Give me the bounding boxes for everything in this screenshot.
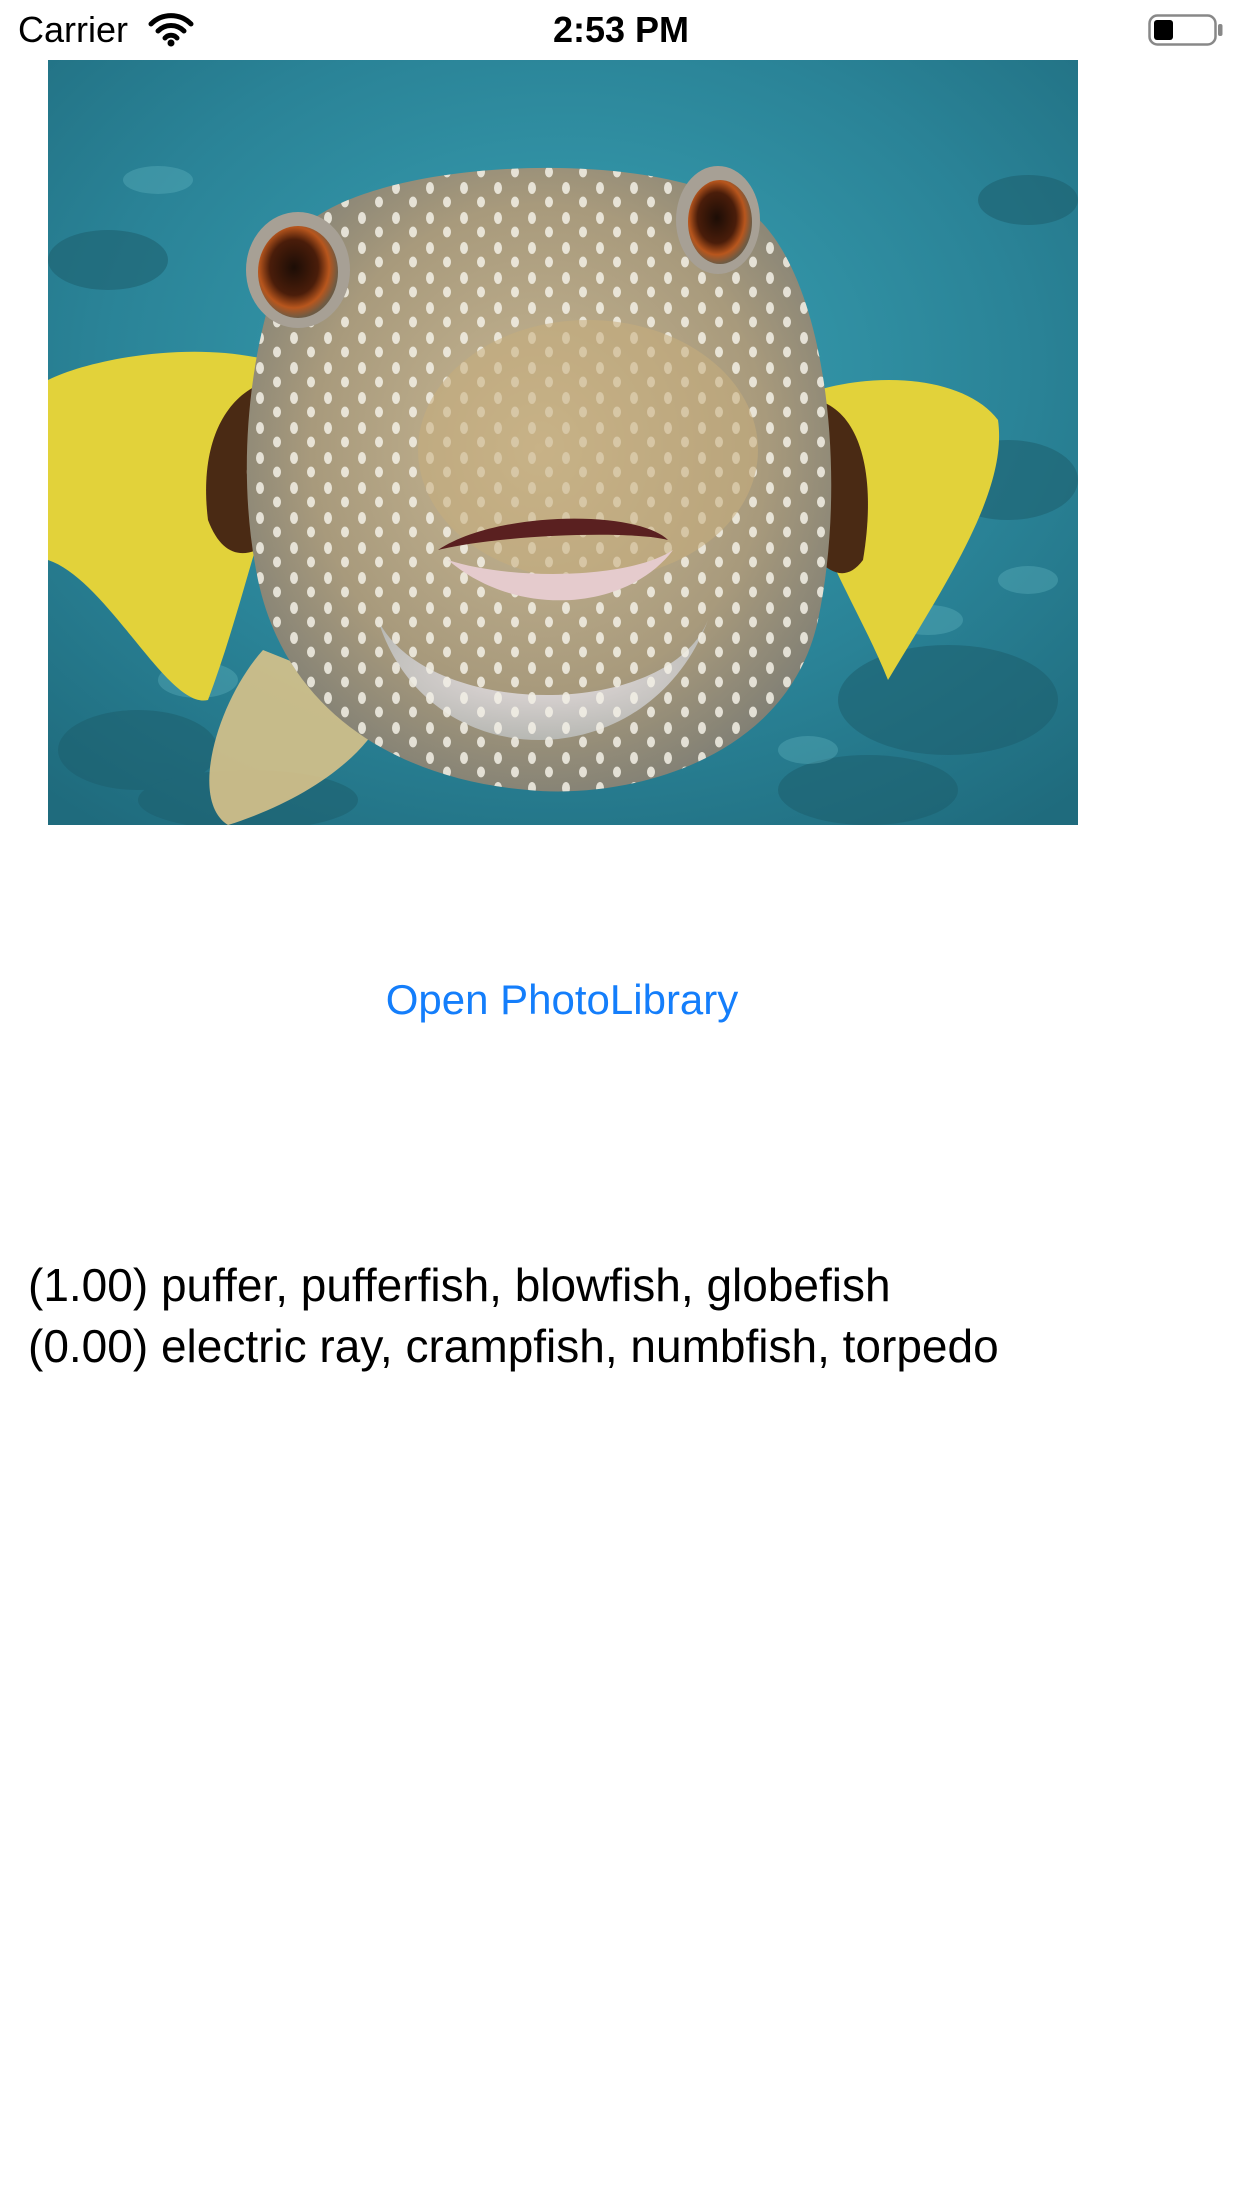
status-bar: Carrier 2:53 PM (0, 0, 1242, 60)
open-photo-library-button[interactable]: Open PhotoLibrary (0, 970, 1124, 1030)
result-line-top: (1.00) puffer, pufferfish, blowfish, glo… (28, 1259, 891, 1311)
classification-results: (1.00) puffer, pufferfish, blowfish, glo… (28, 1255, 1208, 1377)
battery-icon (1148, 14, 1224, 46)
pufferfish-photo (48, 60, 1078, 825)
status-time: 2:53 PM (552, 9, 690, 50)
result-line-second: (0.00) electric ray, crampfish, numbfish… (28, 1320, 999, 1372)
